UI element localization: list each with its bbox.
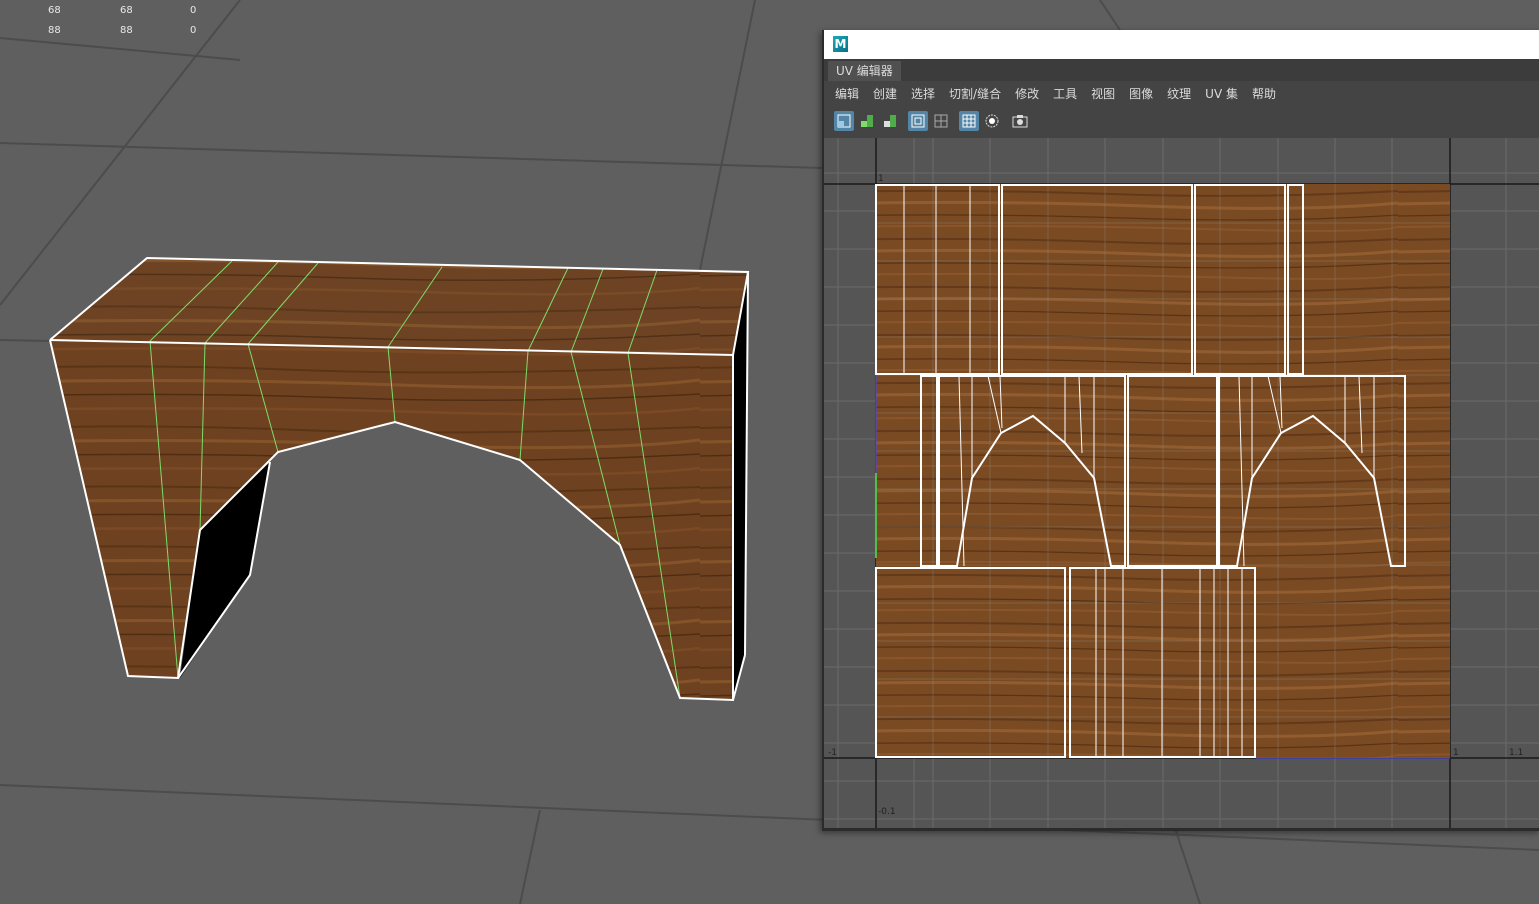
table-model	[49, 256, 750, 702]
grid-toggle-icon[interactable]	[959, 111, 979, 131]
axis-label-bottom: -0.1	[878, 807, 896, 817]
axis-label-left: -1	[828, 748, 837, 758]
menu-modify[interactable]: 修改	[1015, 85, 1039, 102]
axis-label-right-one: 1	[1453, 748, 1459, 758]
menu-create[interactable]: 创建	[873, 85, 897, 102]
maya-logo-icon: M	[833, 36, 848, 52]
menu-edit[interactable]: 编辑	[835, 85, 859, 102]
menu-textures[interactable]: 纹理	[1167, 85, 1191, 102]
hud-row-1: 68 68 0	[48, 5, 197, 16]
menu-image[interactable]: 图像	[1129, 85, 1153, 102]
table-front-face	[50, 340, 733, 700]
uv-shell-icon[interactable]	[834, 111, 854, 131]
menu-tools[interactable]: 工具	[1053, 85, 1077, 102]
axis-label-right-far: 1.1	[1509, 748, 1524, 758]
tab-uv-editor[interactable]: UV 编辑器	[828, 61, 901, 81]
uv-unstack-icon[interactable]	[880, 111, 900, 131]
tab-bar: UV 编辑器	[824, 59, 1539, 81]
hud-row-2: 88 88 0	[48, 25, 197, 36]
shaded-display-icon[interactable]	[982, 111, 1002, 131]
wireframe-toggle-icon[interactable]	[908, 111, 928, 131]
menu-bar: 编辑 创建 选择 切割/缝合 修改 工具 视图 图像 纹理 UV 集 帮助	[824, 81, 1539, 105]
hud-stats: 68 68 0 88 88 0	[40, 4, 230, 44]
uv-stack-icon[interactable]	[857, 111, 877, 131]
uv-toolbar	[824, 106, 1539, 138]
table-top-face	[50, 258, 748, 355]
window-titlebar[interactable]: M	[824, 30, 1539, 59]
menu-uv-sets[interactable]: UV 集	[1205, 85, 1238, 102]
menu-select[interactable]: 选择	[911, 85, 935, 102]
uv-editor-window[interactable]: M UV 编辑器 编辑 创建 选择 切割/缝合 修改 工具 视图 图像 纹理 U…	[822, 30, 1539, 831]
menu-help[interactable]: 帮助	[1252, 85, 1276, 102]
snapshot-icon[interactable]	[1010, 111, 1030, 131]
axis-label-top: 1	[878, 174, 884, 184]
menu-view[interactable]: 视图	[1091, 85, 1115, 102]
uv-grid-svg	[824, 138, 1539, 828]
uv-canvas[interactable]: 1 -1 -0.1 1 1.1	[824, 138, 1539, 828]
texture-border-icon[interactable]	[931, 111, 951, 131]
menu-cut-sew[interactable]: 切割/缝合	[949, 85, 1001, 102]
